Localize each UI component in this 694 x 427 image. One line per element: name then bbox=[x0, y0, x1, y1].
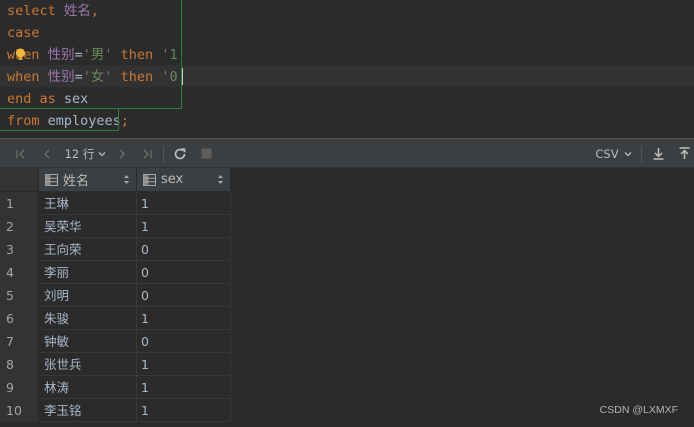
row-number[interactable]: 4 bbox=[0, 261, 38, 284]
lightbulb-icon[interactable] bbox=[15, 48, 26, 61]
cell-name[interactable]: 李丽 bbox=[40, 261, 137, 284]
code-line[interactable]: end as sex bbox=[7, 88, 88, 110]
stop-icon bbox=[201, 148, 211, 159]
cell-sex[interactable]: 1 bbox=[137, 307, 231, 330]
code-token: when bbox=[7, 47, 48, 63]
export-button[interactable] bbox=[648, 139, 668, 168]
last-page-button[interactable] bbox=[136, 139, 158, 168]
code-token: sex bbox=[63, 91, 89, 107]
cell-sex[interactable]: 1 bbox=[137, 399, 231, 422]
row-number[interactable]: 9 bbox=[0, 376, 38, 399]
code-line[interactable]: from employees; bbox=[7, 110, 129, 132]
row-number-header bbox=[0, 168, 39, 191]
last-page-icon bbox=[143, 149, 152, 158]
cell-sex[interactable]: 1 bbox=[137, 376, 231, 399]
first-page-icon bbox=[16, 149, 25, 158]
upload-icon bbox=[679, 147, 689, 159]
row-count-label: 12 行 bbox=[64, 146, 95, 161]
code-token: then bbox=[112, 69, 162, 85]
row-count-dropdown[interactable]: 12 行 bbox=[64, 139, 108, 168]
cell-sex[interactable]: 0 bbox=[137, 261, 231, 284]
code-token: = bbox=[74, 47, 83, 63]
cell-name[interactable]: 李玉铭 bbox=[40, 399, 137, 422]
table-column-icon bbox=[45, 173, 58, 186]
row-number[interactable]: 7 bbox=[0, 330, 38, 353]
code-token: = bbox=[74, 69, 83, 85]
cell-name[interactable]: 林涛 bbox=[40, 376, 137, 399]
cell-name[interactable]: 吴荣华 bbox=[40, 215, 137, 238]
code-token: ; bbox=[120, 113, 129, 129]
first-page-button[interactable] bbox=[10, 139, 32, 168]
column-header-label: 姓名 bbox=[63, 174, 90, 189]
cell-sex[interactable]: 1 bbox=[137, 215, 231, 238]
code-token: end as bbox=[7, 91, 64, 107]
export-format-dropdown[interactable]: CSV bbox=[594, 139, 634, 168]
row-number[interactable]: 5 bbox=[0, 284, 38, 307]
code-token: when bbox=[7, 69, 48, 85]
row-number[interactable]: 6 bbox=[0, 307, 38, 330]
previous-page-button[interactable] bbox=[36, 139, 58, 168]
cell-sex[interactable]: 0 bbox=[137, 284, 231, 307]
code-line[interactable]: when 性别='女' then '0' bbox=[7, 66, 186, 88]
cell-name[interactable]: 刘明 bbox=[40, 284, 137, 307]
result-toolbar: 12 行 CSV bbox=[0, 138, 694, 168]
sort-icon[interactable] bbox=[123, 174, 130, 185]
code-token: case bbox=[7, 25, 40, 41]
upload-button[interactable] bbox=[674, 139, 694, 168]
cell-name[interactable]: 张世兵 bbox=[40, 353, 137, 376]
code-token: '1' bbox=[161, 47, 186, 63]
next-page-button[interactable] bbox=[112, 139, 132, 168]
column-header-label: sex bbox=[161, 172, 184, 187]
code-token: 性别 bbox=[47, 47, 75, 63]
cell-sex[interactable]: 0 bbox=[137, 238, 231, 261]
chevron-down-icon bbox=[98, 151, 106, 156]
code-token: select bbox=[7, 3, 64, 19]
chevron-down-icon bbox=[624, 151, 632, 156]
cell-name[interactable]: 王琳 bbox=[40, 192, 137, 215]
sort-icon[interactable] bbox=[217, 174, 224, 185]
sql-editor[interactable]: select 姓名, case when 性别='男' then '1' when 性… bbox=[0, 0, 694, 137]
text-caret bbox=[182, 68, 183, 85]
chevron-left-icon bbox=[44, 149, 50, 158]
row-number[interactable]: 2 bbox=[0, 215, 38, 238]
code-line[interactable]: select 姓名, bbox=[7, 0, 99, 22]
watermark: CSDN @LXMXF bbox=[599, 404, 678, 416]
cell-sex[interactable]: 0 bbox=[137, 330, 231, 353]
column-header-sex[interactable]: sex bbox=[137, 168, 231, 191]
cell-name[interactable]: 王向荣 bbox=[40, 238, 137, 261]
code-token: 性别 bbox=[47, 69, 75, 85]
code-token: employees bbox=[47, 113, 121, 129]
table-column-icon bbox=[143, 173, 156, 186]
code-token: 姓名 bbox=[63, 3, 91, 19]
cell-sex[interactable]: 1 bbox=[137, 353, 231, 376]
row-number[interactable]: 8 bbox=[0, 353, 38, 376]
code-token: from bbox=[7, 113, 48, 129]
code-line[interactable]: when 性别='男' then '1' bbox=[7, 44, 186, 66]
refresh-icon bbox=[174, 147, 186, 159]
refresh-button[interactable] bbox=[170, 139, 190, 168]
row-number[interactable]: 10 bbox=[0, 399, 38, 422]
export-format-label: CSV bbox=[595, 146, 619, 161]
code-token: , bbox=[90, 3, 100, 19]
row-number[interactable]: 3 bbox=[0, 238, 38, 261]
chevron-right-icon bbox=[119, 149, 125, 158]
toolbar-separator bbox=[641, 146, 642, 162]
row-number[interactable]: 1 bbox=[0, 192, 38, 215]
code-token: '男' bbox=[82, 47, 113, 63]
code-token: '女' bbox=[82, 69, 113, 85]
result-grid: 姓名 sex 1 王琳 1 2 吴荣华 1 3 王向荣 0 4 李丽 0 5 刘明 0 6 朱骏 1 7 钟敏 0 8 张世… bbox=[0, 168, 694, 427]
code-token: then bbox=[112, 47, 162, 63]
column-header-name[interactable]: 姓名 bbox=[39, 168, 137, 191]
toolbar-separator bbox=[163, 146, 164, 162]
cell-name[interactable]: 钟敏 bbox=[40, 330, 137, 353]
download-icon bbox=[653, 148, 663, 160]
cell-sex[interactable]: 1 bbox=[137, 192, 231, 215]
cell-name[interactable]: 朱骏 bbox=[40, 307, 137, 330]
code-line[interactable]: case bbox=[7, 22, 40, 44]
stop-button[interactable] bbox=[196, 139, 216, 168]
